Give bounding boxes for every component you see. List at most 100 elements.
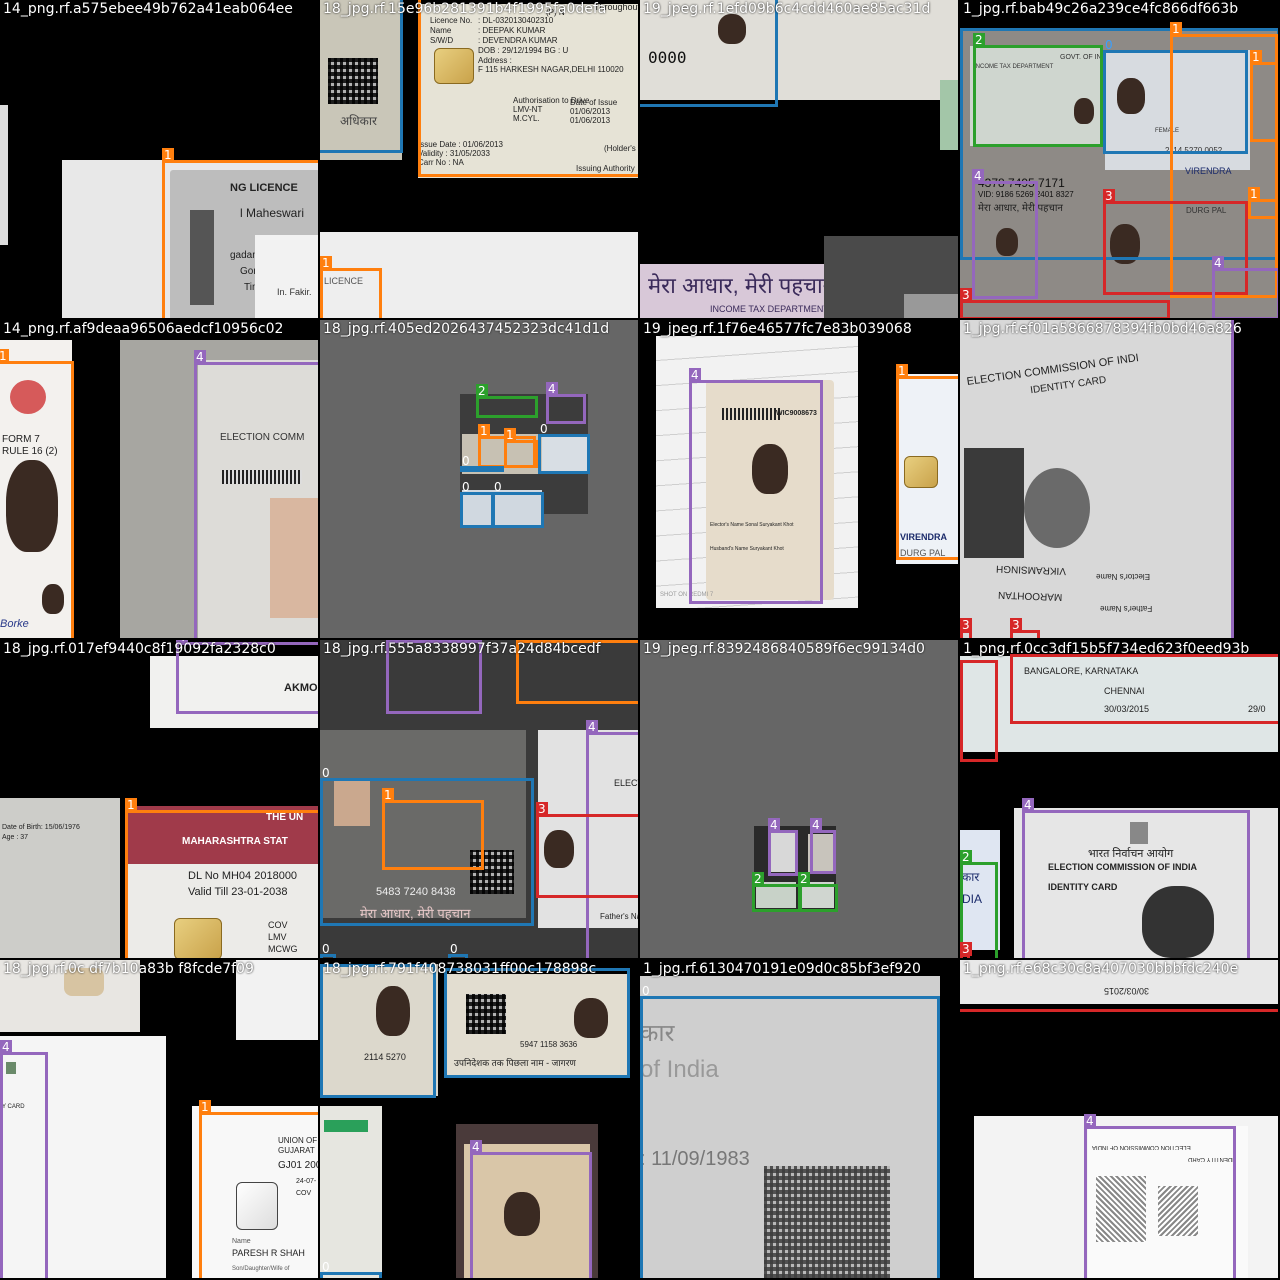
mosaic-tile: 18_jpg.rf.555a8338997f37a24d84bcedf 5483… [320,640,638,958]
class-label: 4 [586,720,598,734]
id-photo [964,448,1024,558]
class-label: 4 [768,818,780,832]
mosaic-tile: 19_jpeg.rf.1efd09b6c4cdd460ae85ac31d 000… [640,0,958,318]
bounding-box: 4 [972,169,1038,299]
doc-text: 30/03/2015 [1104,986,1150,996]
bounding-box: 1 [320,256,382,318]
bounding-box: 0 [460,480,494,528]
class-label: 0 [540,422,548,436]
bounding-box [320,964,436,1098]
tile-title: 1_jpg.rf.ef01a5866878394fb0bd46a826 [963,321,1242,337]
class-label: 1 [504,428,516,442]
bounding-box: 1 [162,148,318,318]
tile-title: 1_png.rf.e68c30c8a407030bbbfdc240e [963,961,1239,977]
document-photo: Date of Birth: 15/06/1976 Age : 37 [0,798,120,958]
bounding-box: 1 [1250,50,1278,142]
class-label: 4 [810,818,822,832]
class-label: 2 [476,384,488,398]
bounding-box: 4 [1022,798,1250,958]
mosaic-tile: 1_jpg.rf.6130470191e09d0c85bf3ef920 कार … [640,960,958,1278]
tile-title: 14_png.rf.a575ebee49b762a41eab064ee [3,1,293,17]
class-label: 3 [960,288,972,302]
bounding-box: 2 [752,872,802,912]
class-label: 3 [1010,618,1022,632]
bounding-box: 4 [1084,1114,1236,1278]
tile-title: 18_jpg.rf.0c df7b10a83b f8fcde7f09 [3,961,254,977]
class-label: 3 [1103,189,1115,203]
doc-text: Elector's Name [1096,572,1150,581]
bounding-box: 4 [689,368,823,604]
document-photo [824,236,958,318]
bounding-box: 0 [320,942,336,958]
tile-title: 1_png.rf.0cc3df15b5f734ed623f0eed93b [963,641,1250,657]
class-label: 0 [462,454,470,468]
mosaic-tile: 18_jpg.rf.791f408738031ff00c178898c 2114… [320,960,638,1278]
mosaic-tile: 1_jpg.rf.bab49c26a239ce4fc866df663b GOVT… [960,0,1278,318]
mosaic-tile: 14_png.rf.a575ebee49b762a41eab064ee NG L… [0,0,318,318]
bounding-box: 0 [538,422,590,474]
bounding-box: 1 [504,428,538,468]
class-label: 1 [1248,187,1260,201]
bounding-box [418,0,638,177]
doc-text: Date of Birth: 15/06/1976 [2,824,80,831]
tile-title: 18_jpg.rf.555a8338997f37a24d84bcedf [323,641,601,657]
mosaic-grid: 14_png.rf.a575ebee49b762a41eab064ee NG L… [0,0,1280,1280]
mosaic-tile: 1_png.rf.0cc3df15b5f734ed623f0eed93b BAN… [960,640,1278,958]
document-photo [940,80,958,150]
class-label: 0 [322,942,330,956]
tile-title: 1_jpg.rf.6130470191e09d0c85bf3ef920 [643,961,921,977]
tile-title: 18_jpg.rf.017ef9440c8f19092fa2328c0 [3,641,276,657]
class-label: 0 [494,480,502,494]
class-label: 0 [322,766,330,780]
bounding-box: 0 [448,942,468,958]
tile-title: 19_jpeg.rf.1efd09b6c4cdd460ae85ac31d [643,1,931,17]
class-label: 4 [546,382,558,396]
bounding-box: 1 [896,364,958,560]
bounding-box [444,968,630,1078]
class-label: 4 [0,1040,12,1054]
class-label: 3 [960,618,972,632]
bounding-box: 0 [640,984,940,1278]
tile-title: 14_png.rf.af9deaa96506aedcf10956c02 [3,321,284,337]
bounding-box: 0 [320,1260,382,1278]
class-label: 1 [896,364,908,378]
class-label: 4 [689,368,701,382]
doc-text: मेरा आधार, मेरी पहचान [648,273,835,298]
doc-text: VIKRAMSINGH [995,562,1067,577]
class-label: 1 [382,788,394,802]
bounding-box [320,0,403,153]
class-label: 3 [960,942,972,956]
bounding-box: 3 [1010,618,1040,638]
bounding-box: 2 [798,872,838,912]
tile-title: 18_jpg.rf.15e96b281391b4f1995fa0defa [323,1,607,17]
bounding-box: 3 [536,802,638,898]
class-label: 4 [1022,798,1034,812]
bounding-box: 4 [1212,256,1278,318]
bounding-box: 4 [546,382,586,424]
class-label: 4 [1084,1114,1096,1128]
bounding-box: 1 [382,788,484,870]
document-photo [320,1106,382,1278]
doc-text: MAROOHTAN [997,588,1063,603]
bounding-box: 0 [460,454,504,472]
bounding-box: 4 [470,1140,592,1278]
mosaic-tile: 19_jpeg.rf.8392486840589f6ec99134d0 4 4 … [640,640,958,958]
bounding-box [1010,654,1278,724]
bounding-box: 4 [194,350,318,638]
class-label: 1 [320,256,332,270]
bounding-box: 3 [960,288,1170,318]
doc-text: INCOME TAX DEPARTMENT [710,304,829,314]
doc-text: Age : 37 [2,834,29,841]
document-photo [904,294,958,318]
stamp [1024,468,1090,548]
class-label: 1 [199,1100,211,1114]
class-label: 4 [1212,256,1224,270]
mosaic-tile: 18_jpg.rf.0c df7b10a83b f8fcde7f09 Y CAR… [0,960,318,1278]
bounding-box [960,660,998,762]
class-label: 3 [536,802,548,816]
mosaic-tile: 30/03/2015 1_png.rf.e68c30c8a407030bbbfd… [960,960,1278,1278]
document-photo [0,105,8,245]
tile-title: 18_jpg.rf.791f408738031ff00c178898c [323,961,597,977]
mosaic-tile: 14_png.rf.af9deaa96506aedcf10956c02 FORM… [0,320,318,638]
class-label: 1 [1170,22,1182,36]
